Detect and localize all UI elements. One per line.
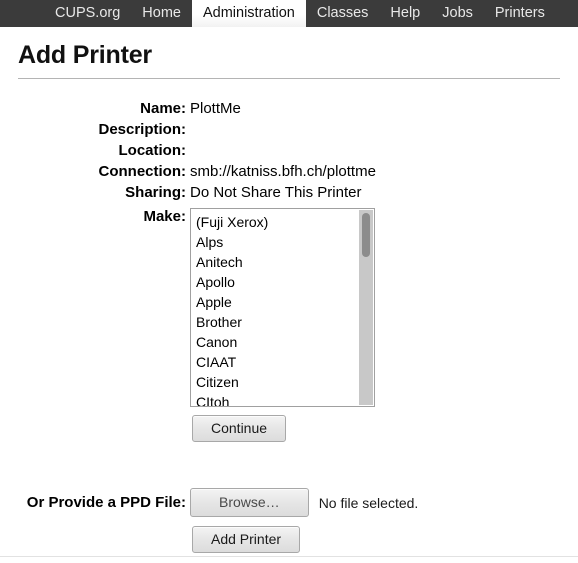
- form-row-name: Name: PlottMe: [0, 100, 578, 117]
- browse-button[interactable]: Browse…: [190, 488, 309, 517]
- make-option[interactable]: Apple: [191, 292, 374, 312]
- form-row-location: Location:: [0, 142, 578, 159]
- nav-tab-label: Classes: [316, 5, 369, 22]
- make-option[interactable]: CItoh: [191, 392, 374, 406]
- make-option[interactable]: Anitech: [191, 252, 374, 272]
- nav-tab-label: Administration: [202, 5, 295, 22]
- page-title: Add Printer: [18, 41, 152, 69]
- nav-tab-label: CUPS.org: [55, 5, 121, 22]
- nav-tab-cups-org[interactable]: CUPS.org: [44, 0, 131, 27]
- nav-tab-label: Printers: [494, 5, 545, 22]
- nav-tab-classes[interactable]: Classes: [306, 0, 380, 27]
- make-option[interactable]: CIAAT: [191, 352, 374, 372]
- nav-tab-home[interactable]: Home: [131, 0, 192, 27]
- make-label: Make:: [143, 208, 186, 225]
- description-label: Description:: [98, 121, 186, 138]
- form-row-make: Make: (Fuji Xerox) Alps Anitech Apollo A…: [0, 208, 578, 407]
- make-option[interactable]: (Fuji Xerox): [191, 212, 374, 232]
- connection-label: Connection:: [98, 163, 187, 180]
- make-listbox[interactable]: (Fuji Xerox) Alps Anitech Apollo Apple B…: [190, 208, 375, 407]
- continue-button-row: Continue: [0, 415, 578, 442]
- main-navigation-bar: CUPS.org Home Administration Classes Hel…: [0, 0, 578, 27]
- make-option[interactable]: Brother: [191, 312, 374, 332]
- nav-tab-label: Jobs: [442, 5, 473, 22]
- form-row-connection: Connection: smb://katniss.bfh.ch/plottme: [0, 163, 578, 180]
- add-printer-button-row: Add Printer: [0, 526, 578, 553]
- name-value: PlottMe: [190, 100, 241, 117]
- ppd-file-row: Or Provide a PPD File: Browse… No file s…: [0, 488, 578, 517]
- continue-button[interactable]: Continue: [192, 415, 287, 442]
- scrollbar-thumb[interactable]: [362, 213, 370, 257]
- nav-tab-label: Home: [142, 5, 181, 22]
- nav-tab-printers[interactable]: Printers: [484, 0, 556, 27]
- make-listbox-scrollbar[interactable]: [359, 210, 373, 405]
- form-row-sharing: Sharing: Do Not Share This Printer: [0, 184, 578, 201]
- nav-tab-administration[interactable]: Administration: [191, 0, 306, 27]
- make-option[interactable]: Apollo: [191, 272, 374, 292]
- nav-tab-jobs[interactable]: Jobs: [431, 0, 484, 27]
- nav-tab-label: Help: [390, 5, 421, 22]
- add-printer-button[interactable]: Add Printer: [192, 526, 301, 553]
- make-option[interactable]: Citizen: [191, 372, 374, 392]
- nav-tab-help[interactable]: Help: [379, 0, 431, 27]
- page-content: Add Printer Name: PlottMe Description: L…: [0, 41, 578, 553]
- title-divider: [18, 78, 560, 79]
- sharing-value: Do Not Share This Printer: [190, 184, 362, 201]
- make-listbox-wrapper: (Fuji Xerox) Alps Anitech Apollo Apple B…: [190, 208, 375, 407]
- name-label: Name:: [140, 100, 186, 117]
- bottom-divider: [0, 556, 578, 557]
- ppd-file-label: Or Provide a PPD File:: [26, 494, 186, 511]
- form-row-description: Description:: [0, 121, 578, 138]
- location-label: Location:: [118, 142, 187, 159]
- make-option[interactable]: Alps: [191, 232, 374, 252]
- connection-value: smb://katniss.bfh.ch/plottme: [190, 163, 376, 180]
- sharing-label: Sharing:: [125, 184, 186, 201]
- ppd-file-status: No file selected.: [318, 494, 419, 511]
- add-printer-form: Name: PlottMe Description: Location: Con…: [0, 100, 578, 442]
- make-option[interactable]: Canon: [191, 332, 374, 352]
